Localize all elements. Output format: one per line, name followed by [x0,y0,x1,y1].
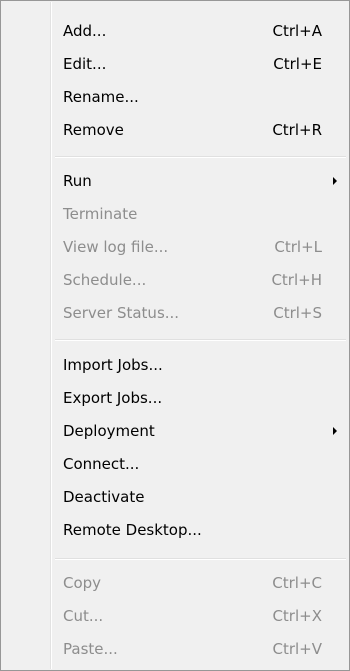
menu-separator [55,339,346,341]
menu-item-export-jobs[interactable]: Export Jobs... [4,382,346,415]
menu-item-label: Export Jobs... [63,389,163,407]
menu-item-label: Add... [63,22,107,40]
menu-item-label: Paste... [63,640,118,658]
menu-item-shortcut: Ctrl+H [271,271,322,289]
menu-item-shortcut: Ctrl+V [272,640,322,658]
menu-item-label: Remote Desktop... [63,521,202,539]
menu-item-edit[interactable]: Edit... Ctrl+E [4,48,346,81]
menu-item-connect[interactable]: Connect... [4,448,346,481]
menu-item-label: Connect... [63,455,140,473]
menu-item-add[interactable]: Add... Ctrl+A [4,15,346,48]
menu-item-remote-desktop[interactable]: Remote Desktop... [4,514,346,547]
menu-item-remove[interactable]: Remove Ctrl+R [4,114,346,147]
menu-separator [55,156,346,158]
menu-item-shortcut: Ctrl+X [272,607,322,625]
menu-item-shortcut: Ctrl+R [272,121,322,139]
menu-item-label: Schedule... [63,271,147,289]
menu-item-rename[interactable]: Rename... [4,81,346,114]
menu-item-copy[interactable]: Copy Ctrl+C [4,567,346,600]
menu-item-deployment[interactable]: Deployment [4,415,346,448]
chevron-right-icon [333,427,337,435]
menu-item-label: Server Status... [63,304,180,322]
menu-separator [55,558,346,560]
menu-item-shortcut: Ctrl+L [274,238,322,256]
menu-item-label: Cut... [63,607,104,625]
menu-item-shortcut: Ctrl+C [272,574,322,592]
menu-item-run[interactable]: Run [4,165,346,198]
menu-item-label: Deactivate [63,488,145,506]
menu-item-server-status[interactable]: Server Status... Ctrl+S [4,297,346,330]
chevron-right-icon [333,177,337,185]
menu-item-label: Deployment [63,422,155,440]
menu-item-deactivate[interactable]: Deactivate [4,481,346,514]
menu-item-terminate[interactable]: Terminate [4,198,346,231]
menu-item-label: Terminate [63,205,138,223]
menu-item-import-jobs[interactable]: Import Jobs... [4,349,346,382]
menu-item-cut[interactable]: Cut... Ctrl+X [4,600,346,633]
menu-item-label: Rename... [63,88,139,106]
menu-item-label: Import Jobs... [63,356,163,374]
menu-item-paste[interactable]: Paste... Ctrl+V [4,633,346,666]
menu-item-label: Run [63,172,92,190]
menu-item-shortcut: Ctrl+E [273,55,322,73]
menu-item-shortcut: Ctrl+S [273,304,322,322]
menu-item-label: Copy [63,574,102,592]
menu-item-shortcut: Ctrl+A [272,22,322,40]
menu-item-schedule[interactable]: Schedule... Ctrl+H [4,264,346,297]
menu-item-label: View log file... [63,238,169,256]
menu-item-view-log-file[interactable]: View log file... Ctrl+L [4,231,346,264]
menu-item-label: Edit... [63,55,107,73]
context-menu: Add... Ctrl+A Edit... Ctrl+E Rename... R… [0,0,350,671]
menu-item-label: Remove [63,121,124,139]
